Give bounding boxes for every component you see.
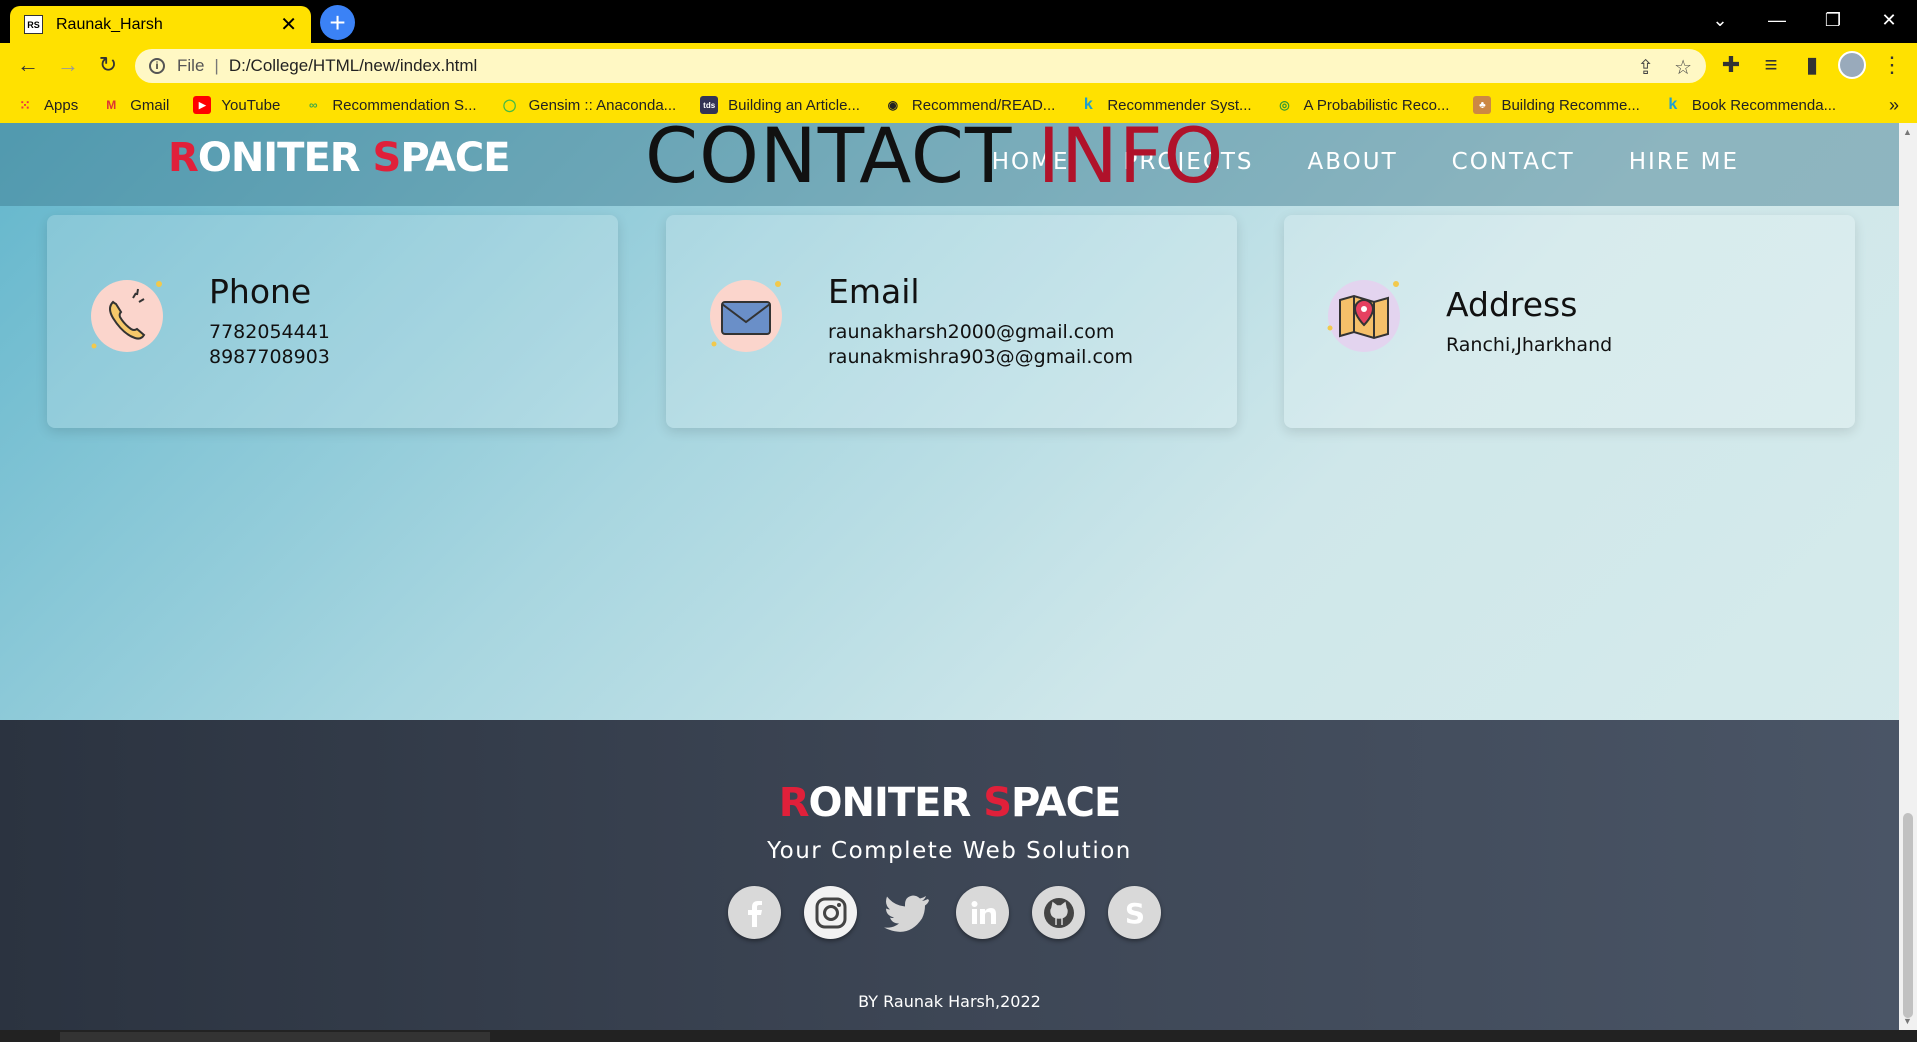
twitter-icon[interactable] xyxy=(880,886,933,939)
footer-logo: RONITER SPACE xyxy=(778,780,1122,826)
close-window-button[interactable]: ✕ xyxy=(1861,0,1917,40)
card-title-email: Email xyxy=(828,272,920,311)
page-viewport: RONITER SPACE HOME PROJECTS ABOUT CONTAC… xyxy=(0,123,1899,1030)
restore-button[interactable]: ❐ xyxy=(1805,0,1861,40)
back-button[interactable]: ← xyxy=(14,51,42,79)
side-panel-icon[interactable]: ▮ xyxy=(1798,51,1826,79)
nav-about[interactable]: ABOUT xyxy=(1308,149,1398,175)
footer-tagline: Your Complete Web Solution xyxy=(767,838,1132,864)
email-address-2[interactable]: raunakmishra903@@gmail.com xyxy=(828,346,1133,368)
phone-number-2[interactable]: 8987708903 xyxy=(209,346,330,368)
browser-tab[interactable]: RS Raunak_Harsh ✕ xyxy=(10,6,311,43)
envelope-icon xyxy=(708,278,784,354)
url-separator: | xyxy=(214,56,219,75)
share-icon[interactable]: ⇪ xyxy=(1637,55,1654,80)
anaconda-icon: ◯ xyxy=(502,98,517,112)
apps-grid-icon: ⁙ xyxy=(19,96,31,113)
bookmark-building-article[interactable]: tds Building an Article... xyxy=(700,96,860,114)
tds-icon: tds xyxy=(700,96,719,114)
bookmarks-bar: ⁙ Apps M Gmail ▶ YouTube ∞ Recommendation S.… xyxy=(0,87,1917,123)
kaggle-icon: k xyxy=(1668,96,1678,113)
profile-avatar[interactable] xyxy=(1838,51,1866,79)
skype-icon[interactable]: S xyxy=(1108,886,1161,939)
map-pin-icon xyxy=(1326,278,1402,354)
page-scrollbar[interactable]: ▲ ▼ xyxy=(1899,123,1917,1030)
gmail-icon: M xyxy=(106,98,117,112)
bookmark-recommend-read[interactable]: ◉ Recommend/READ... xyxy=(884,96,1056,114)
kaggle-icon: k xyxy=(1083,96,1093,113)
tab-close-icon[interactable]: ✕ xyxy=(280,12,297,37)
scroll-down-arrow-icon[interactable]: ▼ xyxy=(1903,1016,1912,1026)
phone-number-1[interactable]: 7782054441 xyxy=(209,321,330,343)
browser-toolbar: ← → ↻ i File | D:/College/HTML/new/index… xyxy=(0,43,1917,87)
bookmark-star-icon[interactable]: ☆ xyxy=(1674,55,1692,80)
social-links: S xyxy=(728,886,1161,939)
bookmark-recommendation[interactable]: ∞ Recommendation S... xyxy=(304,96,477,114)
contact-card-phone: Phone 7782054441 8987708903 xyxy=(47,215,618,428)
facebook-icon[interactable] xyxy=(728,886,781,939)
new-tab-button[interactable]: + xyxy=(320,5,355,40)
site-icon: ♣ xyxy=(1473,96,1492,114)
email-address-1[interactable]: raunakharsh2000@gmail.com xyxy=(828,321,1114,343)
github-icon: ◉ xyxy=(887,98,899,112)
scrollbar-thumb[interactable] xyxy=(1903,813,1913,1018)
bookmark-book-recommenda[interactable]: k Book Recommenda... xyxy=(1664,96,1836,114)
os-taskbar xyxy=(0,1030,1917,1042)
tab-favicon: RS xyxy=(24,15,43,34)
footer-copyright: BY Raunak Harsh,2022 xyxy=(858,992,1041,1011)
bookmark-gensim[interactable]: ◯ Gensim :: Anaconda... xyxy=(501,96,676,114)
phone-icon xyxy=(89,278,165,354)
contact-card-address: Address Ranchi,Jharkhand xyxy=(1284,215,1855,428)
bookmark-probabilistic[interactable]: ◎ A Probabilistic Reco... xyxy=(1276,96,1449,114)
nav-hire-me[interactable]: HIRE ME xyxy=(1629,149,1739,175)
browser-tab-bar: RS Raunak_Harsh ✕ + ⌄ — ❐ ✕ xyxy=(0,0,1917,43)
address-bar[interactable]: i File | D:/College/HTML/new/index.html … xyxy=(135,49,1706,83)
bookmark-apps[interactable]: ⁙ Apps xyxy=(16,96,78,114)
card-title-address: Address xyxy=(1446,285,1578,324)
tab-search-chevron-icon[interactable]: ⌄ xyxy=(1692,0,1748,40)
extensions-puzzle-icon[interactable]: ✚ xyxy=(1717,51,1745,79)
youtube-icon: ▶ xyxy=(193,96,212,114)
url-scheme: File xyxy=(177,56,205,75)
tab-title: Raunak_Harsh xyxy=(56,15,163,33)
card-title-phone: Phone xyxy=(209,272,312,311)
scroll-up-arrow-icon[interactable]: ▲ xyxy=(1903,127,1912,137)
forward-button[interactable]: → xyxy=(54,51,82,79)
minimize-button[interactable]: — xyxy=(1749,0,1805,40)
github-icon[interactable] xyxy=(1032,886,1085,939)
site-footer: RONITER SPACE Your Complete Web Solution… xyxy=(0,720,1899,1030)
bookmarks-overflow-icon[interactable]: » xyxy=(1889,95,1899,116)
taskbar-search[interactable] xyxy=(60,1032,490,1042)
menu-kebab-icon[interactable]: ⋮ xyxy=(1878,51,1906,79)
address-text: Ranchi,Jharkhand xyxy=(1446,334,1613,356)
svg-text:S: S xyxy=(1124,897,1144,930)
site-info-icon[interactable]: i xyxy=(149,58,165,74)
url-text[interactable]: D:/College/HTML/new/index.html xyxy=(229,56,477,76)
instagram-icon[interactable] xyxy=(804,886,857,939)
bookmark-gmail[interactable]: M Gmail xyxy=(102,96,169,114)
nav-contact[interactable]: CONTACT xyxy=(1452,149,1575,175)
reload-button[interactable]: ↻ xyxy=(94,51,122,79)
bookmark-building-recomme[interactable]: ♣ Building Recomme... xyxy=(1473,96,1640,114)
reading-list-icon[interactable]: ≡ xyxy=(1757,51,1785,79)
site-logo[interactable]: RONITER SPACE xyxy=(168,135,511,181)
bookmark-recommender-syst[interactable]: k Recommender Syst... xyxy=(1079,96,1252,114)
bookmark-youtube[interactable]: ▶ YouTube xyxy=(193,96,280,114)
linkedin-icon[interactable] xyxy=(956,886,1009,939)
contact-card-email: Email raunakharsh2000@gmail.com raunakmi… xyxy=(666,215,1237,428)
globe-icon: ◎ xyxy=(1279,98,1290,112)
goodreads-icon: ∞ xyxy=(309,98,318,112)
section-title: CONTACT INFO xyxy=(645,123,1225,200)
